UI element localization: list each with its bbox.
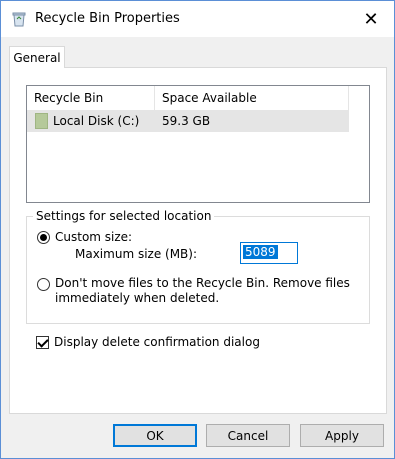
confirm-delete-label[interactable]: Display delete confirmation dialog [54,335,260,349]
title-bar: Recycle Bin Properties ✕ [1,1,394,37]
close-button[interactable]: ✕ [348,1,394,37]
max-size-input[interactable]: 5089 [240,242,298,264]
dont-move-radio[interactable] [37,278,50,291]
column-header-space[interactable]: Space Available [155,86,349,110]
drive-icon [35,113,48,129]
recycle-bin-icon [12,12,26,27]
settings-group-label: Settings for selected location [33,209,215,223]
space-cell: 59.3 GB [162,114,211,128]
location-list[interactable]: Recycle Bin Location Space Available Loc… [26,85,370,203]
tab-general[interactable]: General [9,46,65,68]
ok-button[interactable]: OK [113,424,197,447]
custom-size-label[interactable]: Custom size: [55,230,132,245]
apply-button[interactable]: Apply [300,424,384,447]
location-cell: Local Disk (C:) [53,114,140,128]
general-panel: Recycle Bin Location Space Available Loc… [9,67,387,414]
settings-group: Settings for selected location Custom si… [26,209,370,324]
window-title: Recycle Bin Properties [35,11,180,26]
max-size-value: 5089 [243,245,278,259]
column-header-location[interactable]: Recycle Bin Location [27,86,155,129]
custom-size-radio[interactable] [37,231,50,244]
max-size-label: Maximum size (MB): [75,247,198,261]
cancel-button[interactable]: Cancel [206,424,290,447]
list-header: Recycle Bin Location Space Available [27,86,349,129]
dont-move-label-line1[interactable]: Don't move files to the Recycle Bin. Rem… [55,276,350,291]
dont-move-label-line2[interactable]: immediately when deleted. [55,291,219,306]
confirm-delete-checkbox[interactable] [36,336,49,349]
properties-dialog: Recycle Bin Properties ✕ General Recycle… [0,0,395,459]
list-item[interactable]: Local Disk (C:) 59.3 GB [27,110,349,132]
